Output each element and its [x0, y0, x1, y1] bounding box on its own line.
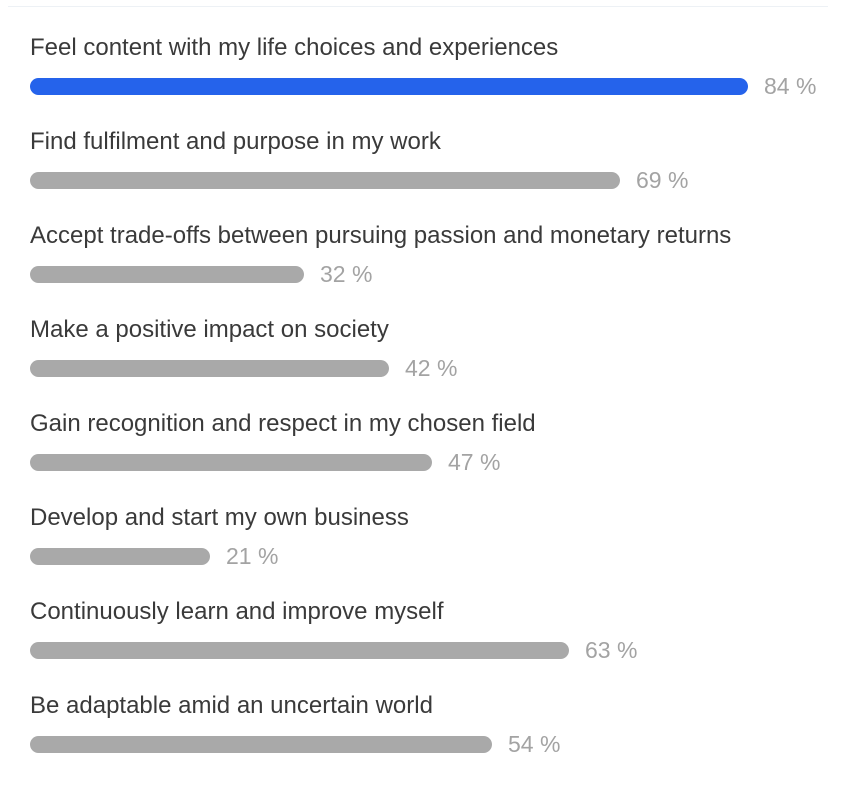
bar-row: Be adaptable amid an uncertain world 54 %: [30, 691, 830, 785]
bar-row: Feel content with my life choices and ex…: [30, 33, 830, 127]
category-label: Make a positive impact on society: [30, 316, 389, 343]
bar-track: 54 %: [30, 729, 830, 759]
top-divider: [8, 0, 828, 7]
bar: [30, 736, 492, 753]
bar-track: 21 %: [30, 541, 830, 571]
value-label: 54 %: [508, 731, 561, 757]
bar-row: Find fulfilment and purpose in my work 69…: [30, 127, 830, 221]
bar-row: Continuously learn and improve myself 63 …: [30, 597, 830, 691]
category-label: Develop and start my own business: [30, 504, 409, 531]
value-label: 21 %: [226, 543, 279, 569]
bar: [30, 266, 304, 283]
category-label: Be adaptable amid an uncertain world: [30, 692, 433, 719]
bar-row: Gain recognition and respect in my chose…: [30, 409, 830, 503]
bar-track: 32 %: [30, 259, 830, 289]
category-label: Feel content with my life choices and ex…: [30, 34, 559, 61]
category-label: Find fulfilment and purpose in my work: [30, 128, 441, 155]
bar: [30, 172, 620, 189]
value-label: 32 %: [320, 261, 373, 287]
category-label: Accept trade-offs between pursuing passi…: [30, 222, 732, 249]
bar-track: 63 %: [30, 635, 830, 665]
bar-row: Accept trade-offs between pursuing passi…: [30, 221, 830, 315]
bar-row: Make a positive impact on society 42 %: [30, 315, 830, 409]
bar: [30, 548, 210, 565]
value-label: 84 %: [764, 73, 817, 99]
bar-track: 69 %: [30, 165, 830, 195]
bar: [30, 78, 748, 95]
value-label: 47 %: [448, 449, 501, 475]
horizontal-bar-chart: Feel content with my life choices and ex…: [30, 33, 830, 785]
category-label: Gain recognition and respect in my chose…: [30, 410, 536, 437]
bar-row: Develop and start my own business 21 %: [30, 503, 830, 597]
bar: [30, 454, 432, 471]
value-label: 42 %: [405, 355, 458, 381]
bar: [30, 642, 569, 659]
category-label: Continuously learn and improve myself: [30, 598, 444, 625]
value-label: 63 %: [585, 637, 638, 663]
bar-track: 84 %: [30, 71, 830, 101]
bar: [30, 360, 389, 377]
bar-track: 42 %: [30, 353, 830, 383]
bar-track: 47 %: [30, 447, 830, 477]
value-label: 69 %: [636, 167, 689, 193]
